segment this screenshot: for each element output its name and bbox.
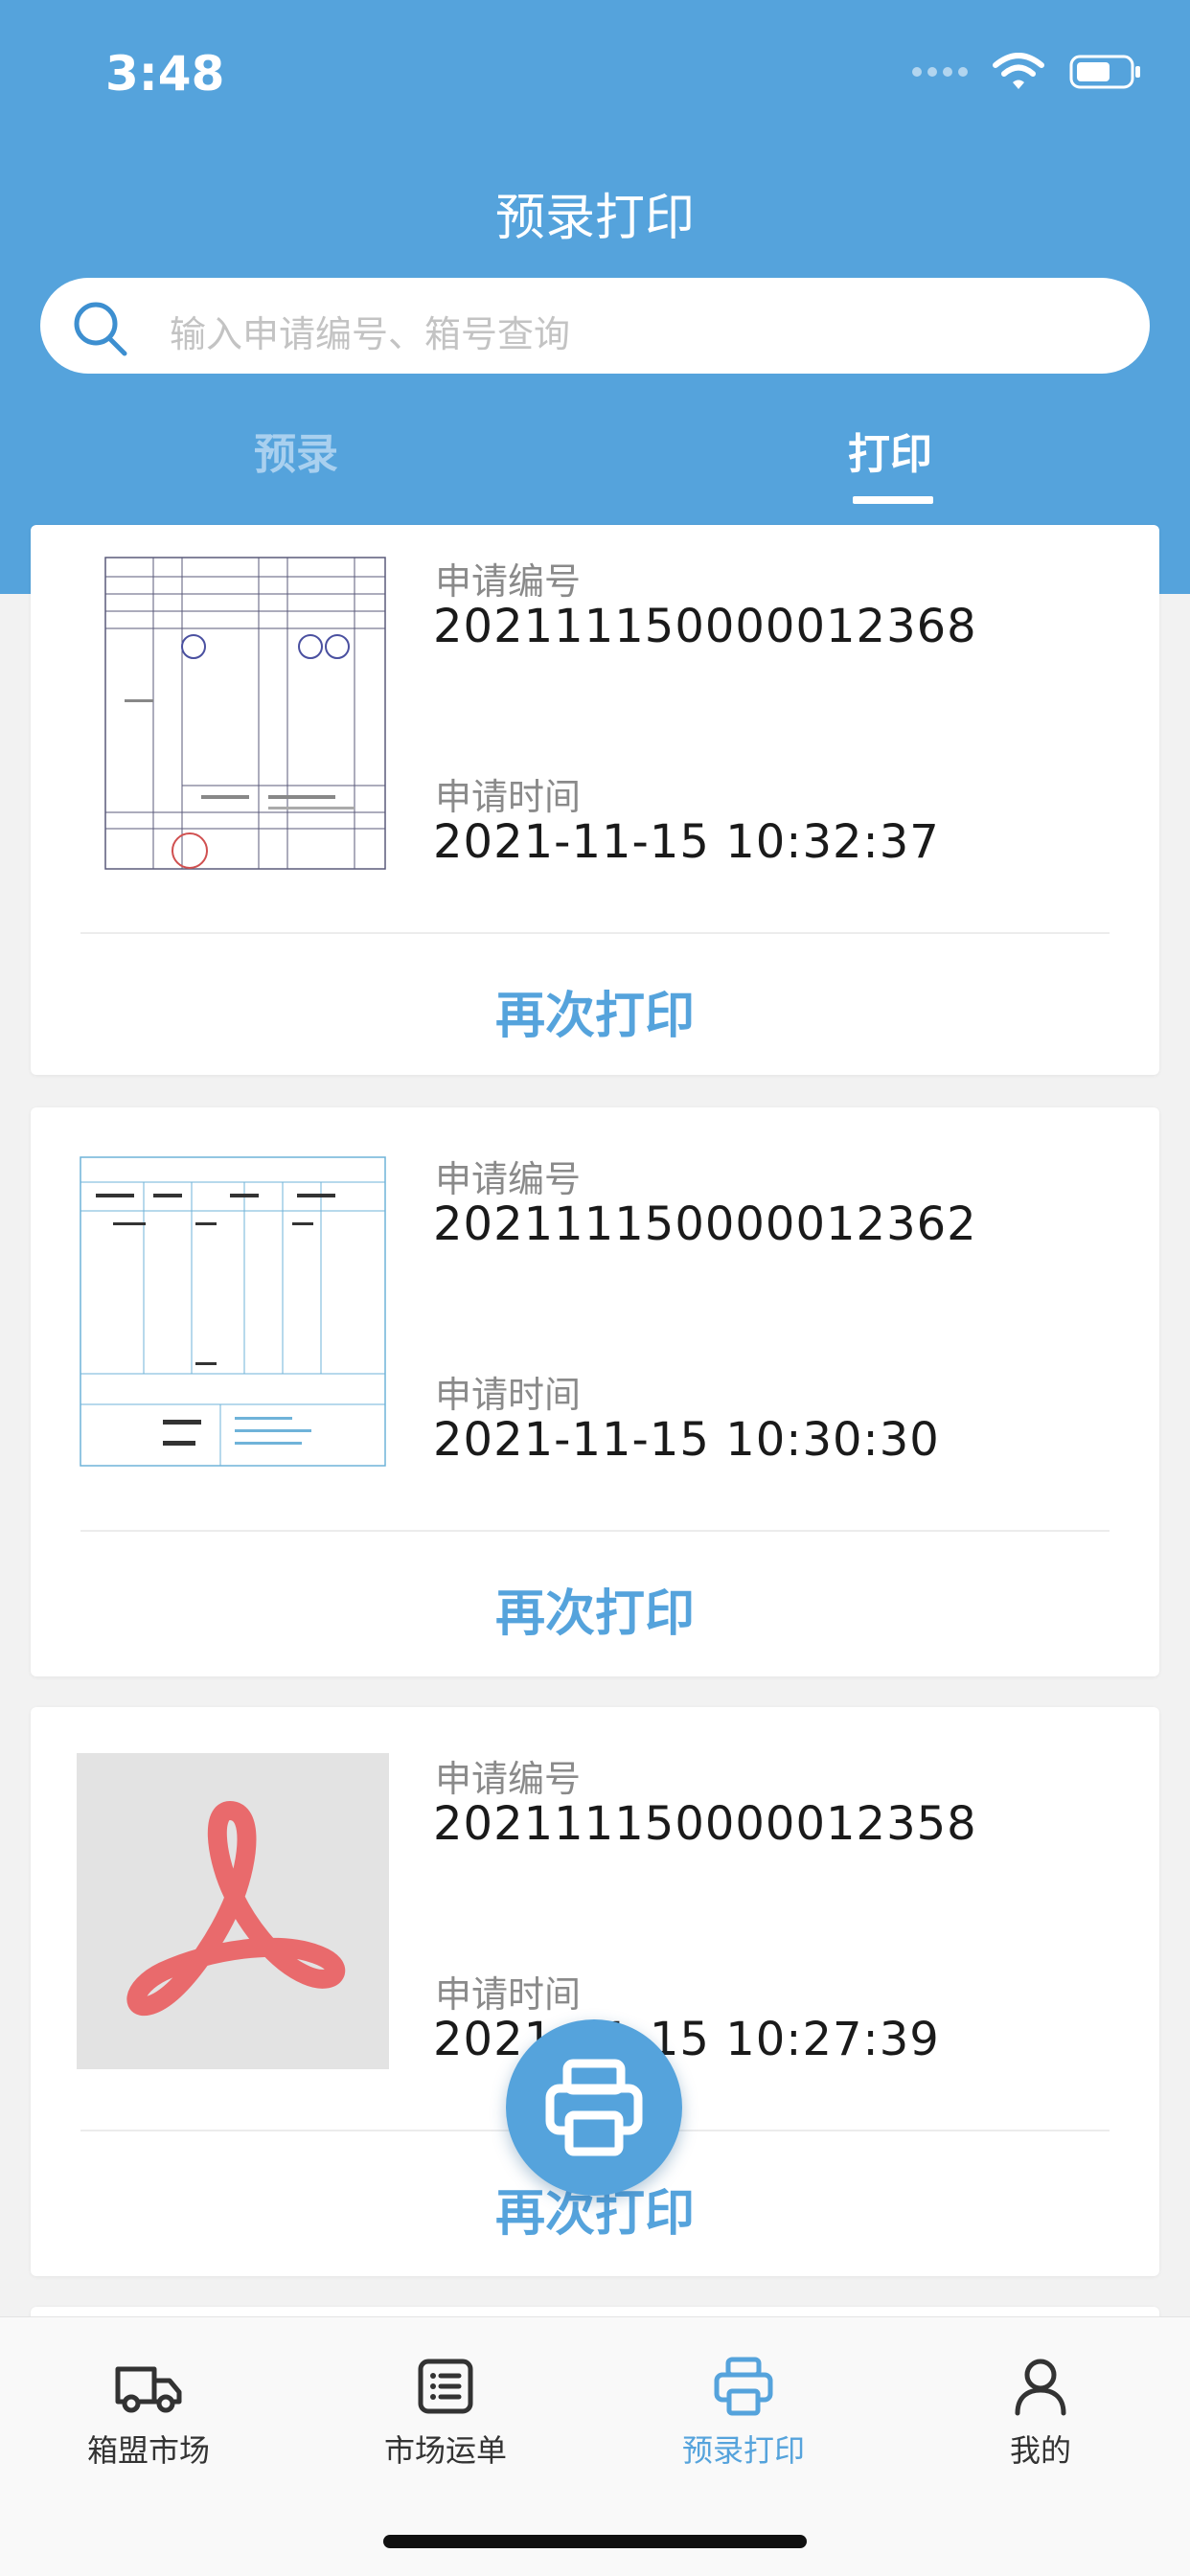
application-number: 202111150000012368: [433, 600, 977, 653]
application-time: 2021-11-15 10:32:37: [433, 815, 940, 869]
application-time-label: 申请时间: [435, 1973, 582, 2016]
signal-icon: [912, 67, 968, 77]
tabbar-label: 预录打印: [681, 2432, 805, 2469]
status-time: 3:48: [105, 46, 225, 102]
status-icons: [912, 53, 1142, 91]
document-thumbnail[interactable]: [77, 1153, 389, 1470]
application-number-label: 申请编号: [435, 1158, 582, 1200]
record-card: 申请编号 202111150000012362 申请时间 2021-11-15 …: [31, 1107, 1159, 1676]
user-icon: [1015, 2359, 1066, 2416]
search-placeholder: 输入申请编号、箱号查询: [170, 313, 571, 355]
record-card: 申请编号 202111150000012368 申请时间 2021-11-15 …: [31, 525, 1159, 1075]
tabbar-item-mine[interactable]: 我的: [954, 2356, 1127, 2471]
application-number-label: 申请编号: [435, 560, 582, 603]
search-input[interactable]: 输入申请编号、箱号查询: [40, 278, 1150, 374]
home-indicator[interactable]: [383, 2535, 807, 2548]
print-fab-button[interactable]: [506, 2019, 682, 2196]
wifi-icon: [993, 53, 1044, 89]
printer-icon: [545, 2059, 643, 2156]
list-icon: [418, 2359, 473, 2414]
application-time: 2021-11-15 10:30:30: [433, 1413, 940, 1467]
application-time: 2021-11-15 10:27:39: [433, 2013, 940, 2066]
reprint-button[interactable]: 再次打印: [31, 1573, 1159, 1645]
page-title: 预录打印: [494, 190, 695, 247]
application-number: 202111150000012358: [433, 1797, 977, 1851]
application-time-label: 申请时间: [435, 1374, 582, 1416]
tabbar-label: 市场运单: [383, 2432, 507, 2469]
document-thumbnail[interactable]: [77, 556, 389, 872]
battery-icon: [1069, 55, 1140, 89]
truck-icon: [115, 2366, 182, 2413]
pdf-icon[interactable]: [77, 1753, 389, 2069]
reprint-button[interactable]: 再次打印: [31, 975, 1159, 1047]
application-number-label: 申请编号: [435, 1758, 582, 1800]
tab-prelog[interactable]: 预录: [254, 420, 338, 481]
tabbar-item-preprint[interactable]: 预录打印: [657, 2356, 830, 2471]
application-time-label: 申请时间: [435, 776, 582, 818]
tabbar-item-market[interactable]: 箱盟市场: [62, 2356, 235, 2471]
search-icon: [74, 302, 127, 356]
tabbar-item-waybill[interactable]: 市场运单: [359, 2356, 532, 2471]
active-tab-indicator: [853, 496, 933, 504]
card-divider: [80, 1530, 1110, 1532]
tabbar-label: 我的: [1009, 2432, 1071, 2469]
tabbar-label: 箱盟市场: [86, 2432, 210, 2469]
tab-print[interactable]: 打印: [848, 420, 932, 481]
application-number: 202111150000012362: [433, 1197, 977, 1251]
printer-icon: [714, 2357, 773, 2416]
card-divider: [80, 932, 1110, 934]
